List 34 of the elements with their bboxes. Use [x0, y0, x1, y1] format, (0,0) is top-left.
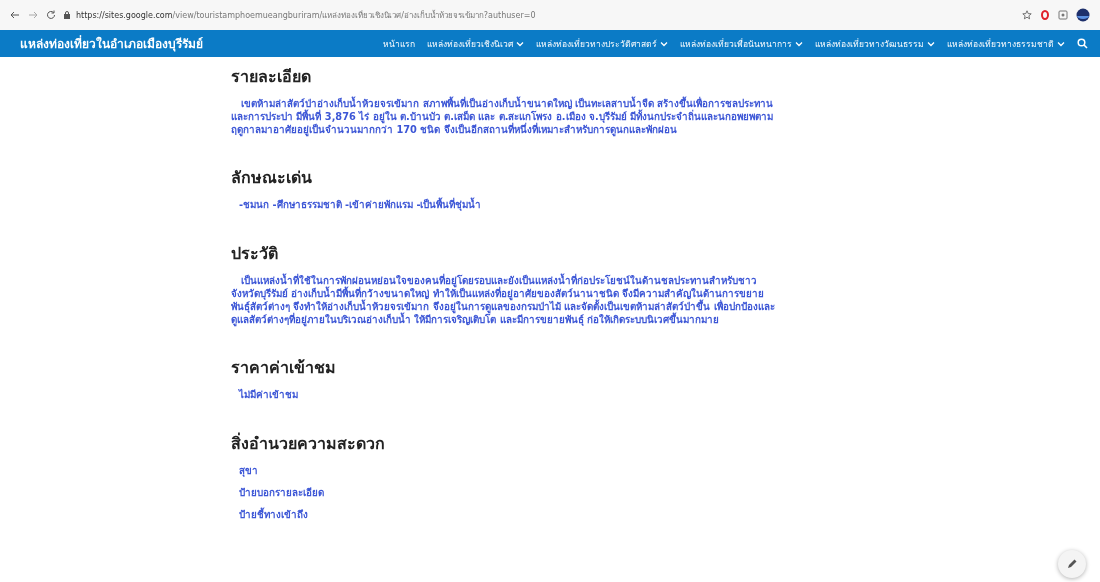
chevron-down-icon	[795, 40, 803, 47]
lock-icon	[64, 11, 70, 19]
section-item: -ชมนก -ศึกษาธรรมชาติ -เข้าค่ายพักแรม -เป็นพื้นที่ชุ่มน้ำ	[239, 198, 483, 212]
chevron-down-icon	[927, 40, 935, 47]
section-heading: สิ่งอำนวยความสะดวก	[231, 432, 386, 455]
nav-link[interactable]: แหล่งท่องเที่ยวเชิงนิเวศ	[427, 36, 524, 51]
section-heading: ราคาค่าเข้าชม	[231, 357, 337, 379]
back-arrow-icon[interactable]	[10, 10, 20, 20]
section-heading: ประวัติ	[231, 243, 279, 265]
ring-icon[interactable]	[1040, 10, 1050, 20]
nav-link[interactable]: แหล่งท่องเที่ยวเพื่อนันทนาการ	[680, 36, 803, 51]
nav-link[interactable]: หน้าแรก	[383, 36, 415, 51]
avatar-icon[interactable]	[1076, 8, 1090, 22]
chevron-down-icon	[660, 40, 668, 47]
nav-link[interactable]: แหล่งท่องเที่ยวทางประวัติศาสตร์	[536, 36, 668, 51]
section-heading: รายละเอียด	[231, 66, 312, 88]
nav-link[interactable]: แหล่งท่องเที่ยวทางวัฒนธรรม	[815, 36, 935, 51]
section-paragraph: เขตห้ามล่าสัตว์ป่าอ่างเก็บน้ำห้วยจรเข้มาก สภาพพื้นที่เป็นอ่างเก็บน้ำขนาดใหญ่ เป็นทะเลสาบน้ำจืด สร้างขึ้นเพื่อการชลประทาน และการประปา มีพื้นที่ 3,876 ไร่ อยู่ใน ต.บ้านบัว ต.เสม็ด และ ต.สะแกโพรง อ.เมือง จ.บุรีรัมย์ มีทั้งนกประจำถิ่นและนกอพยพตาม ฤดูกาลมาอาศัยอยู่เป็นจำนวนมากกว่า 170 ชนิด จึงเป็นอีกสถานที่หนึ่งที่เหมาะสำหรับการดูนกและพักผ่อน	[231, 97, 775, 136]
chevron-down-icon	[1057, 40, 1065, 47]
chevron-down-icon	[516, 40, 524, 47]
section-item: ป้ายชี้ทางเข้าถึง	[239, 508, 309, 522]
reload-icon[interactable]	[46, 10, 56, 20]
section-item: ไม่มีค่าเข้าชม	[239, 388, 299, 402]
section-item: สุขา	[239, 464, 259, 478]
section-paragraph: เป็นแหล่งน้ำที่ใช้ในการพักผ่อนหย่อนใจของคนที่อยู่โดยรอบและยังเป็นแหล่งน้ำที่ก่อประโยชน์ในด้านชลประทานสำหรับชาว จังหวัดบุรีรัมย์ อ่างเก็บน้ำมีพื้นที่กว้างขนาดใหญ่ ทำให้เป็นแหล่งที่อยู่อาศัยของสัตว์นานาชนิด จึงมีความสำคัญในด้านการขยาย พันธุ์สัตว์ต่างๆ จึงทำให้อ่างเก็บน้ำห้วยจรเข้มาก จึงอยู่ในการดูแลของกรมป่าไม้ และจัดตั้งเป็นเขตห้ามล่าสัตว์ป่าขึ้น เพื่อปกป้องและ ดูแลสัตว์ต่างๆที่อยู่ภายในบริเวณอ่างเก็บน้ำ ให้มีการเจริญเติบโต และมีการขยายพันธุ์ ก่อให้เกิดระบบนิเวศขึ้นมากมาย	[231, 274, 776, 326]
edit-button[interactable]	[1058, 550, 1086, 578]
site-title[interactable]: แหล่งท่องเที่ยวในอำเภอเมืองบุรีรัมย์	[20, 34, 203, 53]
section-item: ป้ายบอกรายละเอียด	[239, 486, 325, 500]
section-heading: ลักษณะเด่น	[231, 167, 313, 189]
extension-icon[interactable]	[1058, 10, 1068, 20]
nav-link[interactable]: แหล่งท่องเที่ยวทางธรรมชาติ	[947, 36, 1065, 51]
search-icon[interactable]	[1077, 38, 1088, 49]
star-icon[interactable]	[1022, 10, 1032, 20]
pencil-icon	[1066, 558, 1078, 570]
